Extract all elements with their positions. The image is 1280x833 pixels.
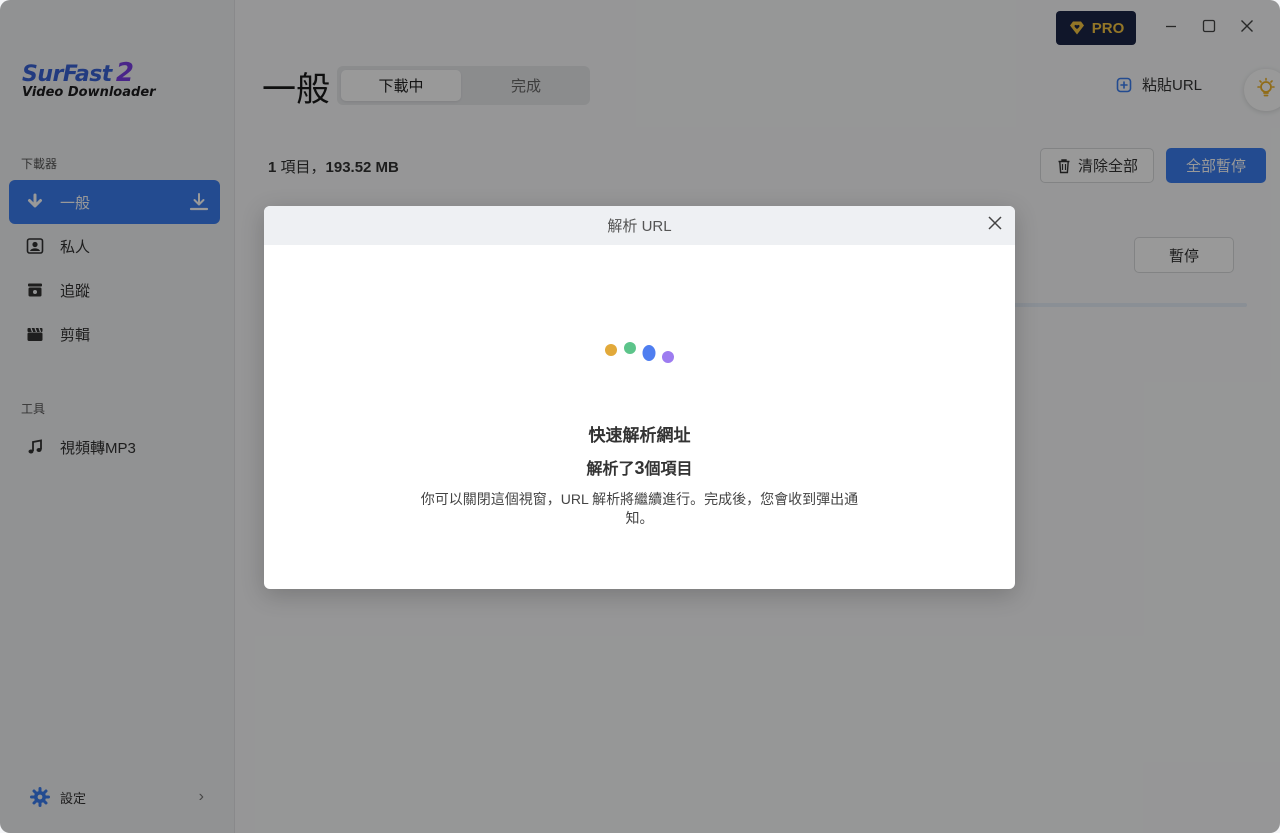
parsed-suffix: 個項目 <box>644 461 693 478</box>
dialog-heading: 快速解析網址 <box>588 426 691 445</box>
loading-dot <box>642 345 656 361</box>
loading-dot <box>624 342 636 354</box>
loading-dot <box>605 344 617 356</box>
loading-spinner-icon <box>605 342 674 363</box>
parsed-prefix: 解析了 <box>586 461 635 478</box>
parse-url-dialog: 解析 URL 快速解析網址 解析了3個項目 你可以關閉這個視窗，URL 解析將繼… <box>264 206 1015 589</box>
dialog-title: 解析 URL <box>607 218 672 235</box>
parsed-count: 3 <box>634 458 645 478</box>
app-window: SurFast2 Video Downloader 下載器 一般 私人 追蹤 <box>0 0 1280 833</box>
parsed-items-text: 解析了3個項目 <box>264 455 1015 479</box>
dialog-description: 你可以關閉這個視窗，URL 解析將繼續進行。完成後，您會收到彈出通知。 <box>420 491 859 526</box>
dialog-header: 解析 URL <box>264 206 1015 245</box>
close-icon <box>988 216 1002 234</box>
dialog-close-button[interactable] <box>985 215 1005 235</box>
loading-dot <box>662 351 674 363</box>
